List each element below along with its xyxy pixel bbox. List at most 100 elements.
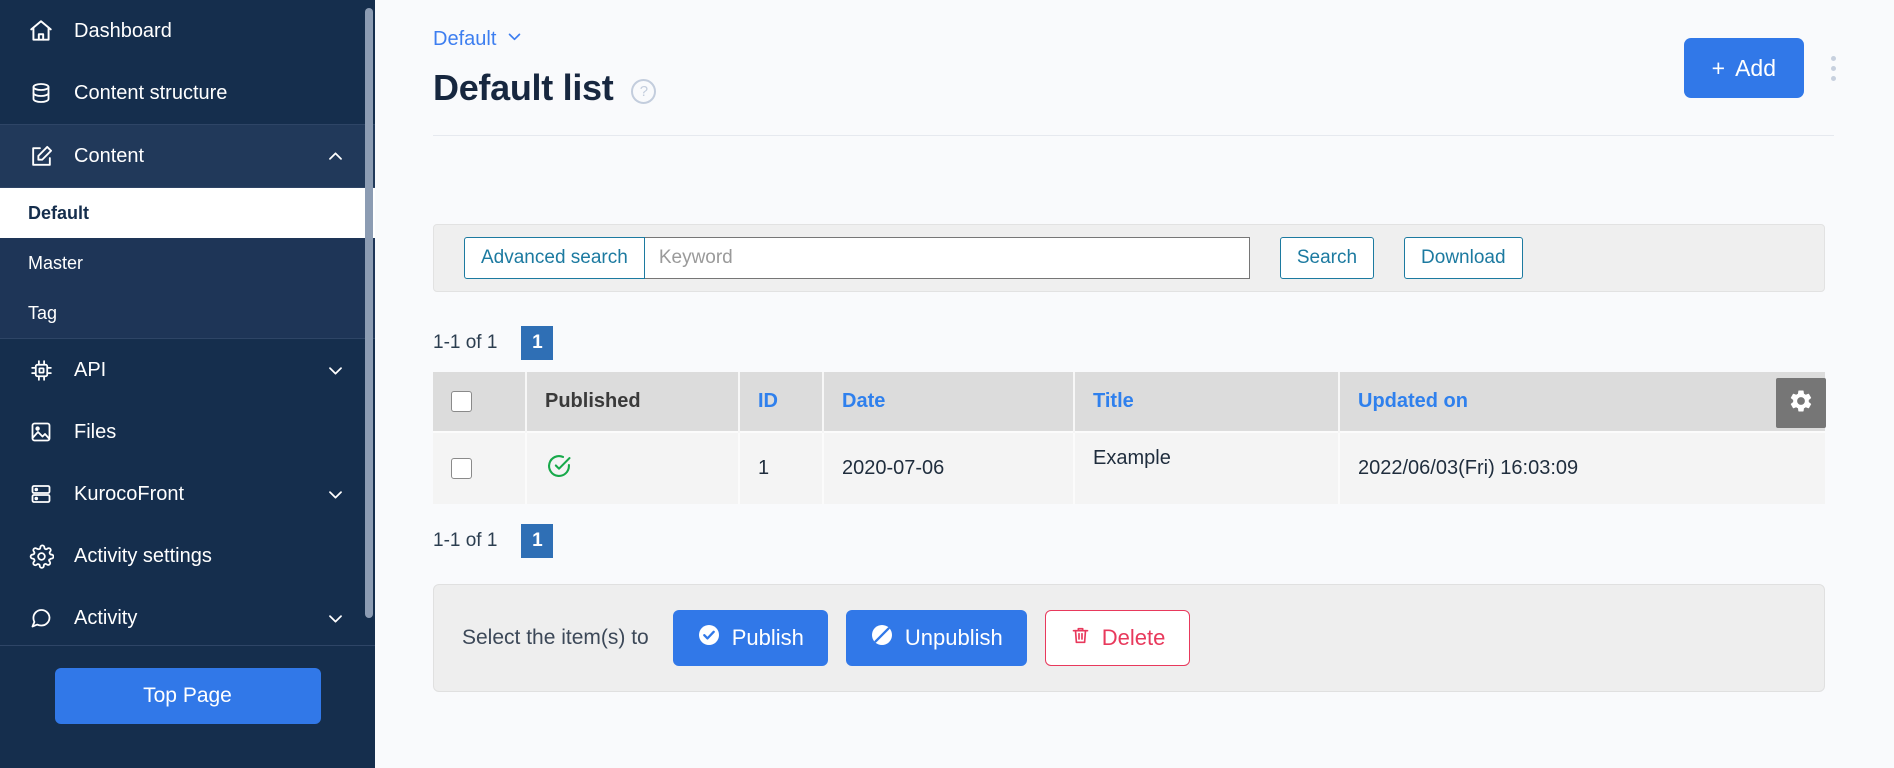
- column-title[interactable]: Title: [1074, 372, 1340, 432]
- sidebar-item-content-structure[interactable]: Content structure: [0, 62, 375, 124]
- row-id-cell: 1: [739, 431, 824, 504]
- publish-button[interactable]: Publish: [672, 610, 828, 666]
- header-divider: [433, 135, 1834, 136]
- pagination-range: 1-1 of 1: [433, 332, 498, 353]
- chevron-down-icon: [325, 360, 345, 380]
- app-root: Dashboard Content structure Content Defa…: [0, 0, 1894, 768]
- row-date-cell: 2020-07-06: [823, 431, 1075, 504]
- table-row: 1 2020-07-06 Example 2022/06/03(Fri) 16:…: [433, 431, 1825, 504]
- sidebar-item-label: Activity settings: [74, 544, 212, 567]
- sidebar-item-label: Dashboard: [74, 19, 172, 42]
- check-circle-filled-icon: [697, 623, 721, 653]
- column-id[interactable]: ID: [739, 372, 824, 432]
- column-select-all: [433, 372, 527, 432]
- search-panel: Advanced search Search Download: [433, 224, 1825, 292]
- row-checkbox[interactable]: [451, 458, 472, 479]
- server-icon: [28, 481, 54, 507]
- row-published-cell: [526, 431, 740, 504]
- unpublish-button[interactable]: Unpublish: [845, 610, 1027, 666]
- search-input[interactable]: [644, 237, 1250, 279]
- pagination-page-1[interactable]: 1: [521, 326, 554, 360]
- column-published: Published: [526, 372, 740, 432]
- search-button[interactable]: Search: [1279, 237, 1375, 279]
- sidebar-item-label: Activity: [74, 606, 138, 629]
- row-updated-on-cell: 2022/06/03(Fri) 16:03:09: [1339, 431, 1825, 504]
- sidebar-item-content[interactable]: Content: [0, 124, 375, 188]
- download-button[interactable]: Download: [1404, 237, 1523, 279]
- sidebar-item-label: Content: [74, 144, 145, 167]
- breadcrumb[interactable]: Default: [433, 28, 523, 51]
- delete-button-label: Delete: [1101, 625, 1166, 650]
- sidebar-scroll-area: Dashboard Content structure Content Defa…: [0, 0, 375, 645]
- sidebar-subnav-content: Default Master Tag: [0, 188, 375, 339]
- top-page-button[interactable]: Top Page: [54, 668, 321, 724]
- publish-button-label: Publish: [731, 625, 804, 650]
- main-content: Default Default list ? + Add Advanced se…: [375, 0, 1894, 768]
- column-date[interactable]: Date: [823, 372, 1075, 432]
- pagination-page-1[interactable]: 1: [521, 524, 554, 558]
- sidebar-subitem-tag[interactable]: Tag: [0, 288, 375, 338]
- chat-icon: [28, 605, 54, 631]
- chip-icon: [28, 357, 54, 383]
- database-icon: [28, 80, 54, 106]
- row-title-link[interactable]: Example: [1074, 431, 1340, 504]
- plus-icon: +: [1711, 54, 1726, 81]
- sidebar-item-label: API: [74, 358, 107, 381]
- sidebar-footer: Top Page: [0, 645, 375, 768]
- more-vertical-icon[interactable]: [1820, 48, 1846, 88]
- sidebar-subitem-label: Default: [28, 202, 90, 223]
- page-title: Default list: [433, 67, 614, 108]
- gear-icon: [28, 543, 54, 569]
- table-header-row: Published ID Date Title Updated on: [433, 372, 1825, 432]
- chevron-down-icon: [325, 608, 345, 628]
- sidebar-item-dashboard[interactable]: Dashboard: [0, 0, 375, 62]
- sidebar-item-label: KurocoFront: [74, 482, 185, 505]
- column-updated-on[interactable]: Updated on: [1339, 372, 1825, 432]
- question-circle-icon[interactable]: ?: [631, 78, 657, 104]
- sidebar-scrollbar[interactable]: [365, 8, 373, 618]
- content-table: Published ID Date Title Updated on 1 202…: [433, 372, 1825, 504]
- chevron-down-icon: [506, 28, 523, 51]
- chevron-down-icon: [325, 484, 345, 504]
- table-head: Published ID Date Title Updated on: [433, 372, 1825, 432]
- content-body: Advanced search Search Download 1-1 of 1…: [375, 224, 1894, 692]
- advanced-search-button[interactable]: Advanced search: [464, 237, 645, 279]
- header-actions: + Add: [1683, 38, 1846, 98]
- home-icon: [28, 18, 54, 44]
- add-button-label: Add: [1735, 54, 1776, 81]
- image-icon: [28, 419, 54, 445]
- trash-icon: [1070, 625, 1091, 652]
- pagination-range: 1-1 of 1: [433, 530, 498, 551]
- sidebar-item-files[interactable]: Files: [0, 401, 375, 463]
- ban-icon: [870, 623, 894, 653]
- select-all-checkbox[interactable]: [451, 391, 472, 412]
- chevron-up-icon: [325, 146, 345, 166]
- sidebar-subitem-default[interactable]: Default: [0, 188, 375, 238]
- sidebar-item-activity[interactable]: Activity: [0, 587, 375, 645]
- pagination-bottom: 1-1 of 1 1: [433, 524, 1836, 558]
- table-settings-button[interactable]: [1776, 378, 1826, 428]
- sidebar-item-label: Files: [74, 420, 117, 443]
- page-header: Default Default list ? + Add: [375, 0, 1894, 109]
- delete-button[interactable]: Delete: [1044, 610, 1191, 666]
- sidebar-item-api[interactable]: API: [0, 339, 375, 401]
- sidebar-item-label: Content structure: [74, 81, 228, 104]
- table-body: 1 2020-07-06 Example 2022/06/03(Fri) 16:…: [433, 431, 1825, 504]
- title-row: Default list ?: [433, 67, 1834, 109]
- pagination-top: 1-1 of 1 1: [433, 326, 1836, 360]
- gear-icon: [1788, 388, 1814, 419]
- bulk-action-label: Select the item(s) to: [462, 626, 649, 649]
- breadcrumb-label: Default: [433, 28, 497, 50]
- sidebar-item-activity-settings[interactable]: Activity settings: [0, 525, 375, 587]
- sidebar: Dashboard Content structure Content Defa…: [0, 0, 375, 768]
- unpublish-button-label: Unpublish: [904, 625, 1003, 650]
- add-button[interactable]: + Add: [1683, 38, 1804, 98]
- row-select-cell: [433, 431, 527, 504]
- edit-square-icon: [28, 143, 54, 169]
- sidebar-item-kurocofront[interactable]: KurocoFront: [0, 463, 375, 525]
- bulk-action-bar: Select the item(s) to Publish Unpublish: [433, 584, 1825, 692]
- sidebar-subitem-label: Master: [28, 252, 84, 273]
- check-circle-icon: [545, 454, 573, 485]
- sidebar-subitem-master[interactable]: Master: [0, 238, 375, 288]
- sidebar-subitem-label: Tag: [28, 302, 58, 323]
